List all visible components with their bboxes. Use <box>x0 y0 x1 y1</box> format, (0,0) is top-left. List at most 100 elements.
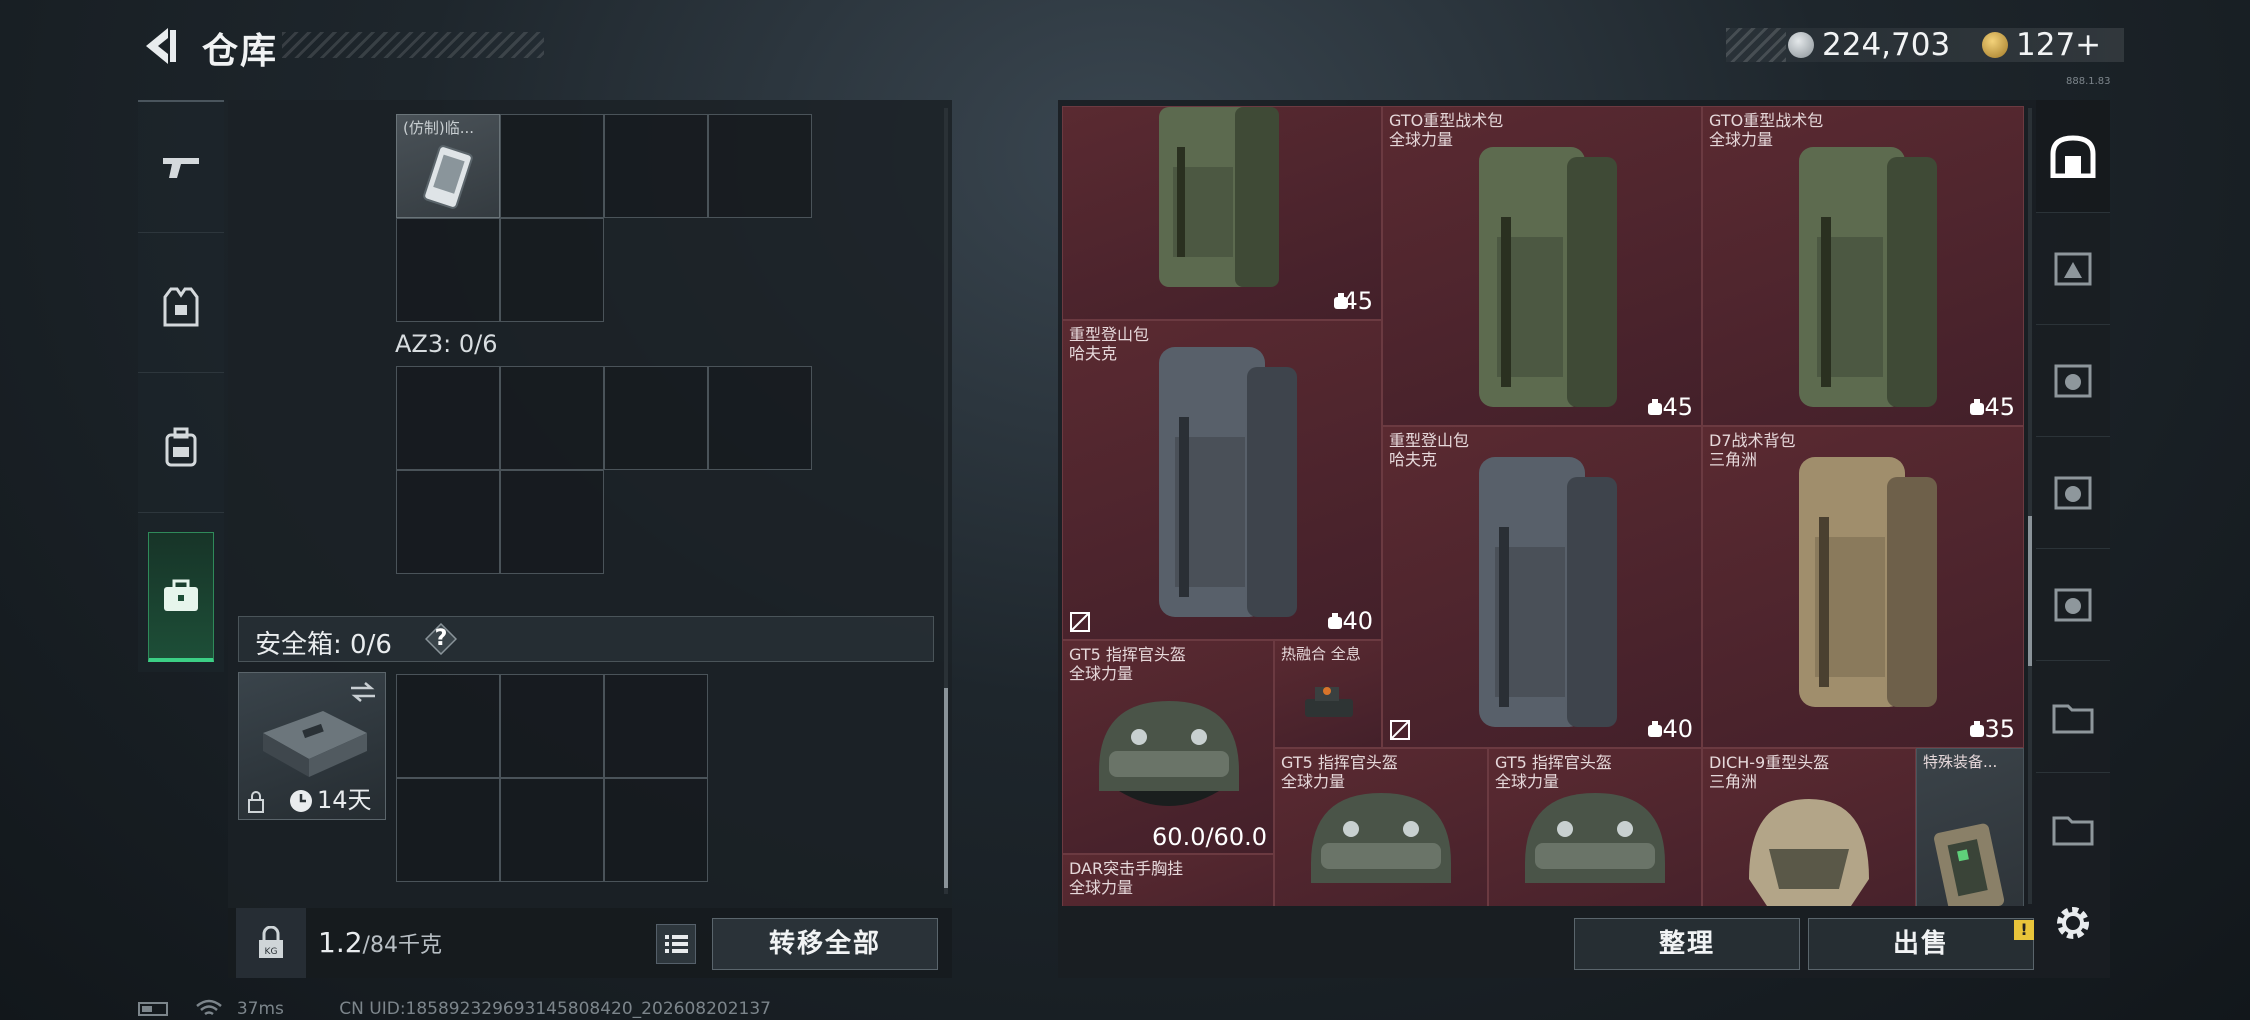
item-name-line2: 全球力量 <box>1069 664 1134 683</box>
tab-backpack[interactable] <box>138 382 224 513</box>
grid-cell[interactable] <box>500 674 604 778</box>
device-icon <box>423 145 473 209</box>
tab-weapons[interactable] <box>138 102 224 233</box>
container-label: AZ3: 0/6 <box>395 330 498 358</box>
helmet-filter-icon <box>2054 476 2092 510</box>
scrollbar-thumb[interactable] <box>2028 516 2032 666</box>
transfer-all-button[interactable]: 转移全部 <box>712 918 938 970</box>
item-name-line2: 哈夫克 <box>1069 344 1118 363</box>
grid-cell[interactable] <box>708 366 812 470</box>
grid-cell[interactable] <box>604 114 708 218</box>
backpack-item[interactable]: 重型登山包 哈夫克 40 <box>1062 320 1382 640</box>
grid-cell[interactable] <box>396 218 500 322</box>
tab-filter-4[interactable] <box>2036 436 2110 549</box>
backpack-icon <box>1479 147 1617 407</box>
misc-filter-icon <box>2052 816 2094 846</box>
backpack-icon <box>1479 457 1617 727</box>
grid-cell[interactable] <box>708 114 812 218</box>
list-icon <box>665 935 688 953</box>
grid-cell[interactable] <box>500 366 604 470</box>
helmet-icon <box>1749 799 1869 906</box>
backpack-item[interactable]: 重型登山包 哈夫克 40 <box>1382 426 1702 748</box>
chest-rig-item[interactable]: DAR突击手胸挂 全球力量 <box>1062 854 1274 906</box>
clock-icon <box>290 790 312 812</box>
item-capacity: 40 <box>1342 607 1373 635</box>
grid-cell[interactable] <box>500 778 604 882</box>
currency-secondary-value[interactable]: 127+ <box>2016 28 2101 62</box>
item-name-line1: 重型登山包 <box>1389 431 1470 450</box>
tab-filter-5[interactable] <box>2036 548 2110 661</box>
helmet-item[interactable]: DICH-9重型头盔 三角洲 <box>1702 748 1916 906</box>
filter-tabs <box>2036 100 2110 900</box>
scope-item[interactable]: 热融合 全息 <box>1274 640 1382 748</box>
vest-icon <box>163 287 199 327</box>
helmet-item[interactable]: GT5 指挥官头盔 全球力量 60.0/60.0 <box>1062 640 1274 854</box>
grid-cell[interactable] <box>396 778 500 882</box>
tab-filter-7[interactable] <box>2036 772 2110 884</box>
lock-icon <box>248 791 264 813</box>
grid-cell[interactable] <box>604 778 708 882</box>
back-arrow-icon[interactable] <box>138 24 182 68</box>
weight-current: 1.2 <box>318 926 363 959</box>
backpack-icon <box>165 427 197 467</box>
backpack-item[interactable]: GTO重型战术包 全球力量 45 <box>1382 106 1702 426</box>
helmet-icon <box>1099 701 1239 806</box>
item-name: GT5 指挥官头盔 全球力量 <box>1069 645 1186 683</box>
tab-filter-3[interactable] <box>2036 324 2110 437</box>
item-name: (仿制)临... <box>403 119 475 137</box>
special-equipment-item[interactable]: 特殊装备... <box>1916 748 2024 906</box>
item-name-line2: 哈夫克 <box>1389 450 1438 469</box>
item-name-line1: GT5 指挥官头盔 <box>1069 645 1186 664</box>
items-grid: 45 GTO重型战术包 全球力量 45 GTO重型战术包 全球力量 45 重型登山包… <box>1062 106 2024 906</box>
grid-cell[interactable] <box>500 470 604 574</box>
grid-cell[interactable] <box>500 114 604 218</box>
lock-weight-button[interactable]: KG <box>236 908 306 978</box>
sort-button[interactable]: 整理 <box>1574 918 1800 970</box>
safebox-help-button[interactable]: ? <box>425 623 457 655</box>
item-capacity: 40 <box>1662 715 1693 743</box>
gear-icon[interactable] <box>2050 900 2096 946</box>
weight-lock-icon: KG <box>259 926 283 958</box>
backpack-item[interactable]: D7战术背包 三角洲 35 <box>1702 426 2024 748</box>
special-equipment-icon <box>1934 823 2005 906</box>
item-name-line1: D7战术背包 <box>1709 431 1796 450</box>
item-name: 重型登山包 哈夫克 <box>1389 431 1469 469</box>
not-equippable-icon <box>1070 612 1090 632</box>
safebox-case-item[interactable]: 14天 <box>238 672 386 820</box>
tab-armor[interactable] <box>138 242 224 373</box>
storage-scrollbar[interactable] <box>944 108 948 894</box>
backpack-icon <box>1159 347 1297 617</box>
not-equippable-icon <box>1390 720 1410 740</box>
list-view-button[interactable] <box>656 924 696 964</box>
all-items-icon <box>2050 135 2096 178</box>
grid-cell[interactable] <box>396 366 500 470</box>
item-capacity: 45 <box>1984 393 2015 421</box>
tab-case[interactable] <box>148 532 214 662</box>
rig-filter-icon <box>2054 588 2092 622</box>
storage-item-slot[interactable]: (仿制)临... <box>396 114 500 218</box>
backpack-item[interactable]: GTO重型战术包 全球力量 45 <box>1702 106 2024 426</box>
helmet-item[interactable]: GT5 指挥官头盔 全球力量 <box>1274 748 1488 906</box>
tab-filter-6[interactable] <box>2036 660 2110 773</box>
uid-label: CN UID:1858923296931458084​20_2026082021… <box>339 999 771 1019</box>
items-scrollbar[interactable] <box>2028 108 2032 904</box>
sell-button[interactable]: 出售 <box>1808 918 2034 970</box>
pistol-icon <box>163 158 199 178</box>
grid-cell[interactable] <box>604 366 708 470</box>
currency-decoration <box>1726 28 1786 62</box>
tab-all[interactable] <box>2036 100 2110 213</box>
scrollbar-thumb[interactable] <box>944 688 948 888</box>
weight-max: /84千克 <box>362 933 442 958</box>
item-name-line1: 重型登山包 <box>1069 325 1150 344</box>
grid-cell[interactable] <box>500 218 604 322</box>
weight-bar: KG 1.2/84千克 转移全部 <box>228 908 952 978</box>
grid-cell[interactable] <box>396 674 500 778</box>
battery-icon <box>138 1002 168 1016</box>
grid-cell[interactable] <box>396 470 500 574</box>
item-name-line1: GT5 指挥官头盔 <box>1281 753 1398 772</box>
helmet-item[interactable]: GT5 指挥官头盔 全球力量 <box>1488 748 1702 906</box>
tab-filter-2[interactable] <box>2036 212 2110 325</box>
backpack-item[interactable]: 45 <box>1062 106 1382 320</box>
scope-icon <box>1305 687 1353 717</box>
grid-cell[interactable] <box>604 674 708 778</box>
